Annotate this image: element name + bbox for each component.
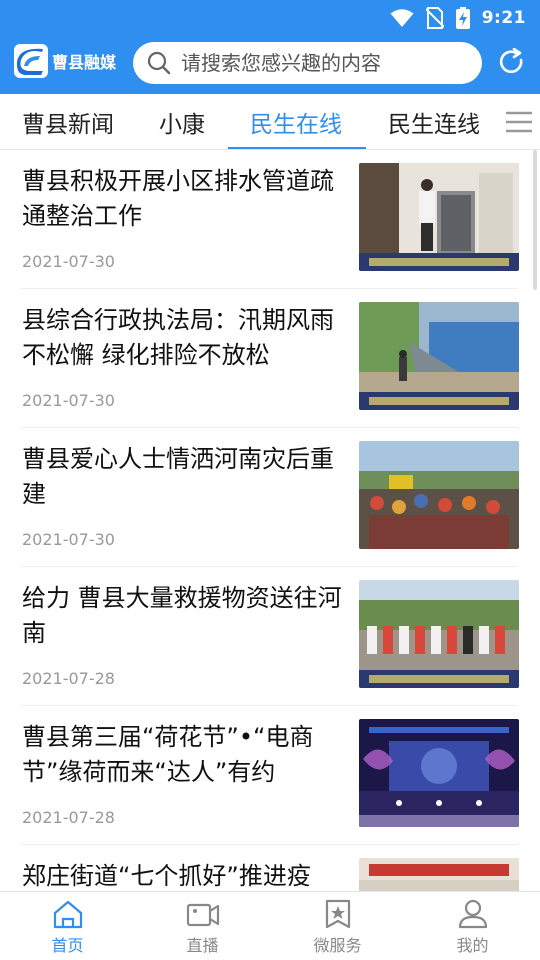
article-item[interactable]: 曹县第三届“荷花节”•“电商节”缘荷而来“达人”有约 2021-07-28 [0,706,540,845]
article-title: 郑庄街道“七个抓好”推进疫 [22,862,311,890]
user-icon [458,899,487,929]
article-item[interactable]: 郑庄街道“七个抓好”推进疫 [0,845,540,891]
bottom-nav: 首页 直播 微服务 我的 [0,891,540,960]
video-icon [186,903,219,927]
active-tab-indicator [228,147,366,149]
app-logo[interactable]: 曹县融媒 [14,43,120,79]
logo-mark-icon [14,44,48,78]
article-thumbnail [359,719,519,827]
wifi-icon [390,9,414,27]
article-item[interactable]: 县综合行政执法局：汛期风雨不松懈 绿化排险不放松 2021-07-30 [0,289,540,428]
no-sim-icon [425,7,444,29]
nav-mine-label: 我的 [456,936,489,955]
article-item[interactable]: 曹县爱心人士情洒河南灾后重建 2021-07-30 [0,428,540,567]
nav-micro-service-label: 微服务 [313,936,362,955]
category-tabs: 曹县新闻 小康 民生在线 民生连线 [0,94,540,150]
tab-xiaokang[interactable]: 小康 [159,94,205,150]
nav-home[interactable]: 首页 [0,892,135,960]
article-item[interactable]: 曹县积极开展小区排水管道疏通整治工作 2021-07-30 [0,150,540,289]
star-bookmark-icon [325,899,350,929]
battery-charging-icon [455,7,470,29]
article-date: 2021-07-30 [22,530,115,549]
nav-live[interactable]: 直播 [135,892,270,960]
status-bar: 9:21 [390,6,526,30]
menu-icon[interactable] [504,109,534,135]
article-list: 曹县积极开展小区排水管道疏通整治工作 2021-07-30 县综合行政执法局：汛… [0,150,540,891]
tab-minsheng-online[interactable]: 民生在线 [250,94,342,150]
search-icon [147,51,171,75]
article-title: 曹县爱心人士情洒河南灾后重建 [22,445,334,508]
search-input[interactable] [181,51,461,75]
article-thumbnail [359,163,519,271]
home-icon [53,900,82,929]
article-date: 2021-07-28 [22,808,115,827]
article-thumbnail [359,580,519,688]
list-scrollbar[interactable] [533,150,537,290]
refresh-icon[interactable] [498,48,526,76]
article-title: 县综合行政执法局：汛期风雨不松懈 绿化排险不放松 [22,306,334,369]
article-date: 2021-07-28 [22,669,115,688]
article-title: 曹县第三届“荷花节”•“电商节”缘荷而来“达人”有约 [22,723,314,786]
article-thumbnail [359,302,519,410]
nav-live-label: 直播 [186,936,219,955]
nav-mine[interactable]: 我的 [405,892,540,960]
article-title: 曹县积极开展小区排水管道疏通整治工作 [22,167,334,230]
article-date: 2021-07-30 [22,391,115,410]
nav-micro-service[interactable]: 微服务 [270,892,405,960]
article-item[interactable]: 给力 曹县大量救援物资送往河南 2021-07-28 [0,567,540,706]
app-header: 9:21 曹县融媒 [0,0,540,94]
article-date: 2021-07-30 [22,252,115,271]
article-thumbnail [359,441,519,549]
status-time: 9:21 [481,8,526,28]
article-title: 给力 曹县大量救援物资送往河南 [22,584,342,647]
search-bar[interactable] [133,42,482,84]
nav-home-label: 首页 [51,936,84,955]
tab-minsheng-hotline[interactable]: 民生连线 [388,94,480,150]
article-thumbnail [359,858,519,891]
tab-caoxian-news[interactable]: 曹县新闻 [22,94,114,150]
logo-text: 曹县融媒 [52,53,117,72]
